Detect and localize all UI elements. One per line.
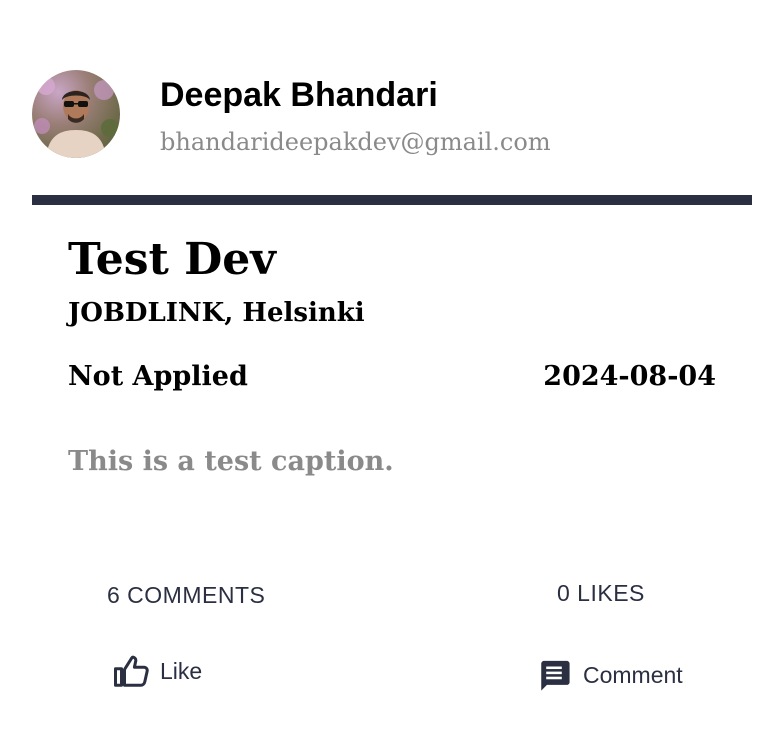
author-email: bhandarideepakdev@gmail.com <box>160 128 551 156</box>
post-date: 2024-08-04 <box>543 361 716 392</box>
comment-icon <box>537 658 571 692</box>
comments-count[interactable]: 6 COMMENTS <box>107 582 265 609</box>
application-status: Not Applied <box>68 361 248 392</box>
like-button[interactable]: Like <box>114 654 202 688</box>
user-photo-icon <box>34 77 119 158</box>
author-name[interactable]: Deepak Bhandari <box>160 76 438 115</box>
likes-count[interactable]: 0 LIKES <box>557 580 645 607</box>
job-title[interactable]: Test Dev <box>68 234 276 285</box>
comment-label: Comment <box>583 661 683 688</box>
post-caption: This is a test caption. <box>68 446 394 477</box>
thumbs-up-icon <box>114 654 150 688</box>
like-label: Like <box>160 657 203 684</box>
post-card: Deepak Bhandari bhandarideepakdev@gmail.… <box>0 0 784 744</box>
divider <box>32 195 752 205</box>
comment-button[interactable]: Comment <box>537 658 683 692</box>
company-location: JOBDLINK, Helsinki <box>68 298 365 328</box>
avatar[interactable] <box>32 70 120 158</box>
